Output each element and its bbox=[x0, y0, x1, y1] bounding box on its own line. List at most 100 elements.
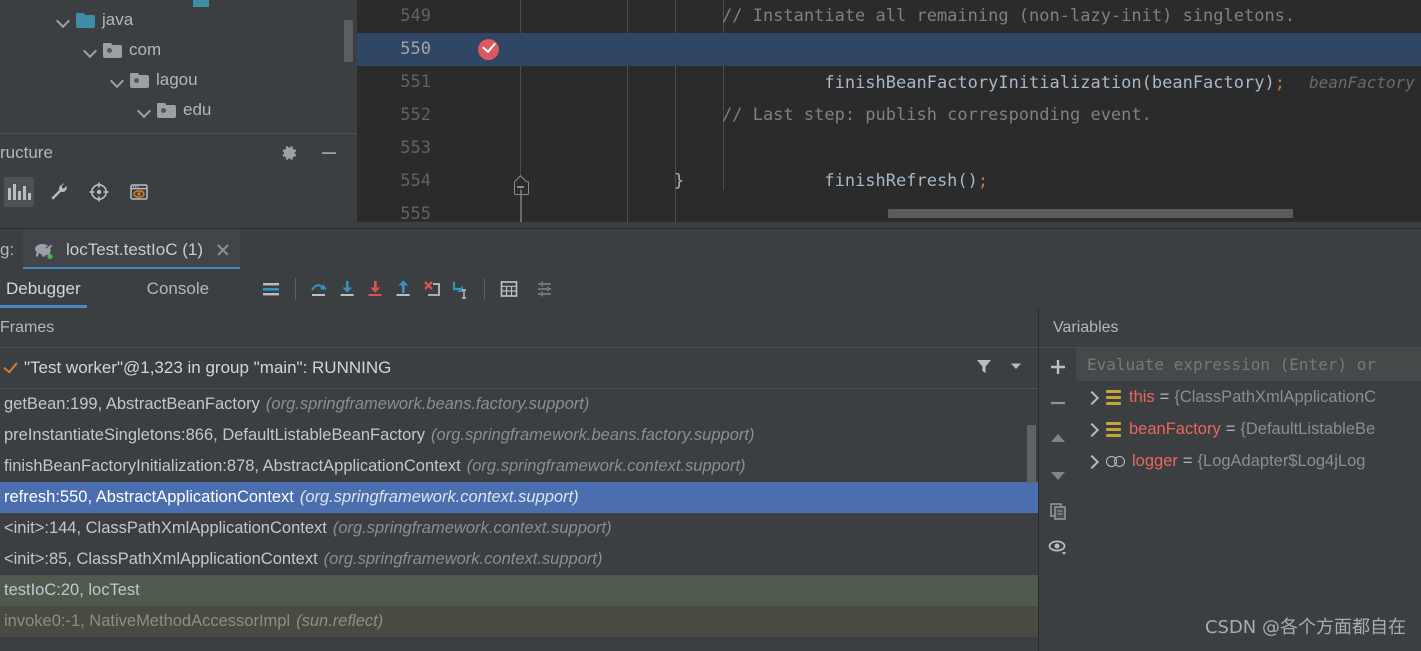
breakpoint-icon[interactable] bbox=[478, 38, 499, 60]
chevron-right-icon[interactable] bbox=[1084, 421, 1100, 437]
tree-partial-folder-icon bbox=[193, 0, 209, 7]
frame-row[interactable]: getBean:199, AbstractBeanFactory (org.sp… bbox=[0, 389, 1038, 420]
tree-item-lagou[interactable]: lagou bbox=[109, 65, 198, 95]
force-step-into-icon[interactable] bbox=[362, 275, 390, 303]
wrench-icon[interactable] bbox=[44, 177, 74, 207]
code-closing-brace: } bbox=[674, 171, 685, 191]
tree-item-edu[interactable]: edu bbox=[136, 95, 211, 125]
project-tree-pane[interactable]: java com lagou edu bbox=[0, 0, 357, 133]
chevron-right-icon[interactable] bbox=[1084, 389, 1100, 405]
variables-panel-title: Variables bbox=[1053, 318, 1119, 336]
frame-package: (org.springframework.context.support) bbox=[299, 488, 579, 506]
copy-icon[interactable] bbox=[1045, 498, 1071, 524]
variable-row-beanfactory[interactable]: beanFactory = {DefaultListableBe bbox=[1076, 413, 1421, 445]
move-down-icon[interactable] bbox=[1045, 462, 1071, 488]
crosshair-icon[interactable] bbox=[84, 177, 114, 207]
chevron-down-icon[interactable] bbox=[55, 11, 73, 29]
chevron-down-icon[interactable] bbox=[109, 71, 127, 89]
variable-value: {LogAdapter$Log4jLog bbox=[1197, 451, 1366, 470]
run-to-cursor-icon[interactable] bbox=[446, 275, 474, 303]
frame-package: (org.springframework.context.support) bbox=[323, 550, 603, 568]
line-number: 552 bbox=[400, 105, 431, 125]
bar-chart-icon[interactable] bbox=[4, 177, 34, 207]
frame-method: refresh:550, AbstractApplicationContext bbox=[4, 488, 294, 506]
tree-item-com[interactable]: com bbox=[82, 35, 161, 65]
tab-console[interactable]: Console bbox=[141, 269, 215, 308]
evaluate-placeholder: Evaluate expression (Enter) or bbox=[1087, 355, 1376, 374]
evaluate-expression-input[interactable]: Evaluate expression (Enter) or bbox=[1076, 348, 1421, 381]
variables-panel-header: Variables bbox=[1039, 308, 1421, 348]
code-editor[interactable]: 549 // Instantiate all remaining (non-la… bbox=[357, 0, 1421, 222]
line-number: 550 bbox=[400, 39, 431, 59]
frame-package: (org.springframework.context.support) bbox=[332, 519, 612, 537]
move-up-icon[interactable] bbox=[1045, 426, 1071, 452]
settings-list-icon[interactable] bbox=[531, 275, 559, 303]
structure-panel-title: ructure bbox=[0, 143, 53, 162]
gear-icon[interactable] bbox=[279, 143, 299, 163]
inspect-eye-icon[interactable] bbox=[1045, 534, 1071, 560]
thread-selector-row[interactable]: "Test worker"@1,323 in group "main": RUN… bbox=[0, 348, 1038, 389]
frame-row-usercode[interactable]: testIoC:20, locTest bbox=[0, 575, 1038, 606]
source-folder-icon bbox=[76, 12, 95, 28]
frame-row[interactable]: preInstantiateSingletons:866, DefaultLis… bbox=[0, 420, 1038, 451]
variables-sidebar-toolbar bbox=[1039, 348, 1076, 651]
evaluate-expression-icon[interactable] bbox=[495, 275, 523, 303]
structure-toolbar bbox=[0, 171, 357, 213]
line-number: 555 bbox=[400, 204, 431, 222]
frame-row-library[interactable]: invoke0:-1, NativeMethodAccessorImpl (su… bbox=[0, 606, 1038, 637]
run-panel-label: g: bbox=[0, 240, 15, 259]
frame-row[interactable]: <init>:85, ClassPathXmlApplicationContex… bbox=[0, 544, 1038, 575]
step-into-icon[interactable] bbox=[334, 275, 362, 303]
variables-body: Evaluate expression (Enter) or this = {C… bbox=[1039, 348, 1421, 651]
browser-preview-icon[interactable] bbox=[124, 177, 154, 207]
variable-row-logger[interactable]: logger = {LogAdapter$Log4jLog bbox=[1076, 445, 1421, 477]
static-field-icon bbox=[1106, 454, 1126, 468]
tree-item-label: java bbox=[102, 10, 134, 29]
frame-method: <init>:85, ClassPathXmlApplicationContex… bbox=[4, 550, 318, 568]
editor-horizontal-scrollbar[interactable] bbox=[888, 209, 1293, 218]
chevron-down-icon[interactable] bbox=[82, 41, 100, 59]
close-icon[interactable] bbox=[215, 242, 231, 258]
filter-icon[interactable] bbox=[974, 356, 994, 381]
tree-item-label: lagou bbox=[156, 70, 198, 89]
frame-row-selected[interactable]: refresh:550, AbstractApplicationContext … bbox=[0, 482, 1038, 513]
minimize-icon[interactable] bbox=[319, 143, 339, 163]
line-number: 549 bbox=[400, 6, 431, 26]
chevron-right-icon[interactable] bbox=[1084, 453, 1100, 469]
chevron-down-icon[interactable] bbox=[136, 101, 154, 119]
code-fold-marker[interactable] bbox=[512, 175, 529, 195]
line-number: 551 bbox=[400, 72, 431, 92]
toolbar-separator bbox=[295, 277, 297, 300]
variables-content: Evaluate expression (Enter) or this = {C… bbox=[1076, 348, 1421, 651]
thread-label: "Test worker"@1,323 in group "main": RUN… bbox=[24, 358, 392, 377]
frames-panel[interactable]: Frames "Test worker"@1,323 in group "mai… bbox=[0, 308, 1038, 651]
frame-row[interactable]: <init>:144, ClassPathXmlApplicationConte… bbox=[0, 513, 1038, 544]
frame-method: finishBeanFactoryInitialization:878, Abs… bbox=[4, 457, 461, 475]
add-watch-icon[interactable] bbox=[1045, 354, 1071, 380]
frame-method: preInstantiateSingletons:866, DefaultLis… bbox=[4, 426, 426, 444]
variable-equals: = bbox=[1182, 451, 1193, 470]
tree-item-label: edu bbox=[183, 100, 212, 119]
variable-value: {DefaultListableBe bbox=[1240, 419, 1376, 438]
frame-method: getBean:199, AbstractBeanFactory bbox=[4, 395, 260, 413]
frame-package: (sun.reflect) bbox=[296, 612, 384, 630]
editor-line: 553 finishRefresh(); bbox=[357, 132, 1421, 191]
tree-item-java[interactable]: java bbox=[55, 5, 133, 35]
frames-scrollbar[interactable] bbox=[1027, 425, 1036, 483]
drop-frame-icon[interactable] bbox=[418, 275, 446, 303]
frame-row[interactable]: finishBeanFactoryInitialization:878, Abs… bbox=[0, 451, 1038, 482]
step-out-icon[interactable] bbox=[390, 275, 418, 303]
run-tab-label: locTest.testIoC (1) bbox=[66, 239, 203, 259]
chevron-down-icon[interactable] bbox=[1008, 358, 1024, 379]
run-tab-loctest[interactable]: locTest.testIoC (1) bbox=[23, 229, 240, 270]
tree-scrollbar[interactable] bbox=[344, 20, 353, 62]
variable-value: {ClassPathXmlApplicationC bbox=[1174, 387, 1377, 406]
show-execution-point-icon[interactable] bbox=[257, 275, 285, 303]
variables-panel[interactable]: Variables Evaluate expression (Enter) or… bbox=[1038, 308, 1421, 651]
remove-watch-icon[interactable] bbox=[1045, 390, 1071, 416]
tab-debugger[interactable]: Debugger bbox=[0, 269, 87, 308]
step-over-icon[interactable] bbox=[306, 275, 334, 303]
running-check-icon bbox=[2, 359, 20, 377]
variable-row-this[interactable]: this = {ClassPathXmlApplicationC bbox=[1076, 381, 1421, 413]
editor-line: 551 bbox=[357, 66, 1421, 99]
